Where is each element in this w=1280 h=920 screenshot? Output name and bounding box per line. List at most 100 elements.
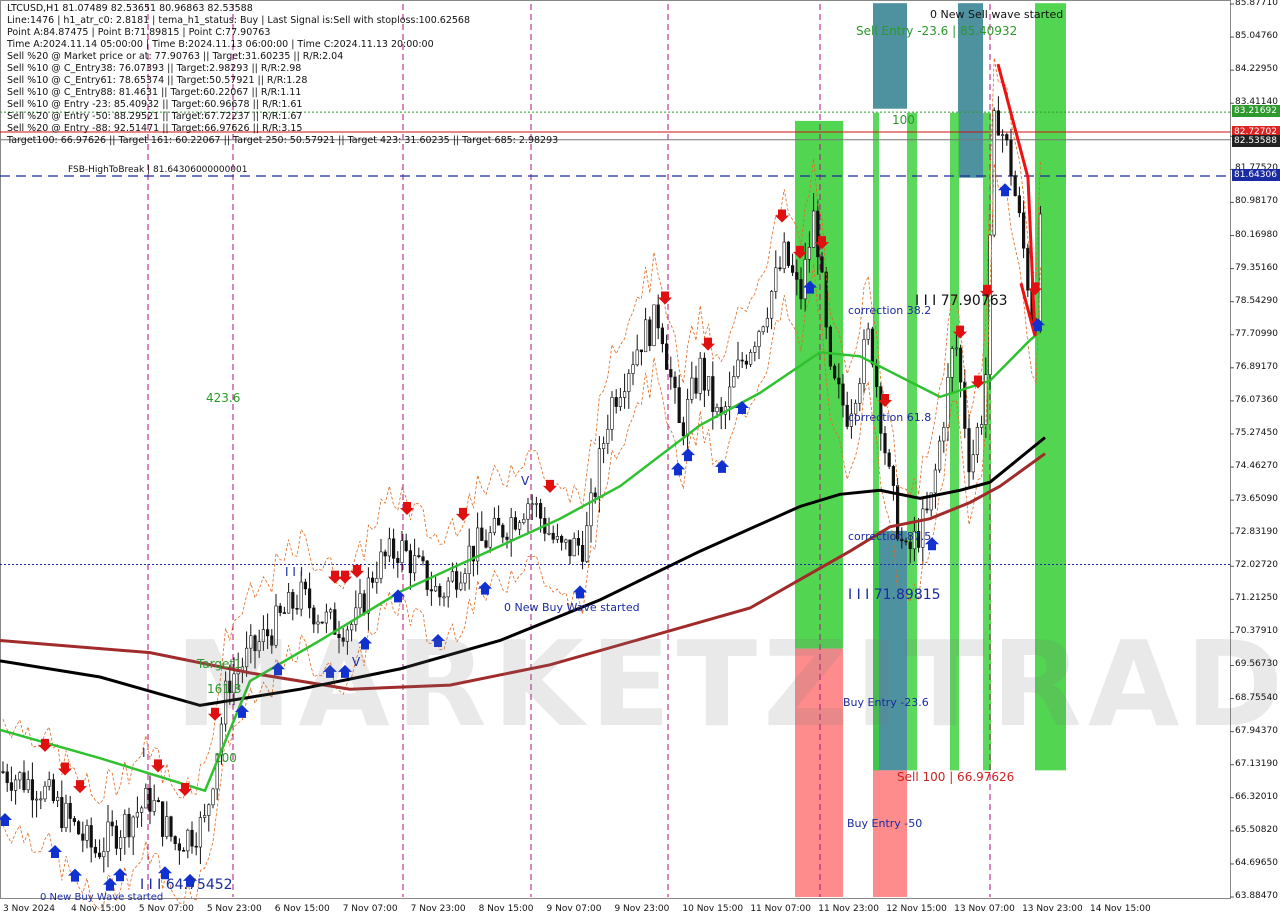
candle-body (732, 376, 736, 388)
candle-body (119, 837, 123, 849)
candle-body (387, 538, 392, 557)
point-b-label: I I I 71.89815 (848, 587, 941, 603)
y-tick-label: 85.04760 (1235, 31, 1278, 42)
candle-body (706, 376, 711, 391)
candle-body (433, 585, 438, 592)
sell-entry-label: Sell Entry -23.6 | 85.40932 (856, 24, 1018, 38)
candle-body (513, 517, 517, 530)
candle-body (190, 829, 194, 847)
x-tick-label: 7 Nov 07:00 (342, 904, 398, 914)
candle-body (186, 829, 190, 852)
candle-body (64, 802, 68, 828)
correction-38-label: correction 38.2 (848, 304, 932, 317)
candle-body (152, 800, 156, 812)
candle-body (173, 836, 177, 845)
candle-body (727, 386, 732, 407)
candle-body (534, 503, 538, 505)
new-buy-wave-mid-label: 0 New Buy Wave started (504, 601, 640, 614)
candle-body (715, 406, 719, 412)
info-line-11: Target100: 66.97626 || Target 161: 60.22… (7, 135, 559, 146)
candle-body (43, 785, 47, 800)
candle-body (702, 357, 706, 391)
candle-body (93, 846, 97, 854)
y-tick-label: 66.32010 (1235, 791, 1278, 802)
new-sell-wave-label: 0 New Sell wave started (930, 8, 1064, 21)
candle-body (496, 517, 501, 526)
candle-body (505, 536, 509, 540)
candle-body (564, 539, 568, 543)
buy-entry-23-label: Buy Entry -23.6 (843, 696, 929, 709)
candle-body (442, 596, 446, 599)
candle-body (396, 558, 400, 563)
candle-body (60, 797, 64, 828)
price-box-dark: 82.53588 (1232, 135, 1280, 147)
candle-body (946, 376, 950, 428)
x-tick-label: 9 Nov 23:00 (614, 904, 670, 914)
candle-body (194, 845, 198, 848)
candle-body (211, 788, 215, 806)
x-tick-label: 6 Nov 15:00 (274, 904, 330, 914)
candle-body (77, 821, 81, 835)
candle-body (769, 291, 774, 319)
y-tick-label: 73.65090 (1235, 494, 1278, 505)
candle-body (408, 550, 413, 574)
y-tick-label: 85.87710 (1235, 0, 1278, 8)
correction-87-label: correction 87.5 (848, 530, 932, 543)
y-tick-label: 77.70990 (1235, 328, 1278, 339)
candle-body (169, 816, 173, 837)
watermark-text: MARKETZITRADE (175, 615, 1280, 753)
candle-body (144, 788, 148, 809)
x-tick-label: 13 Nov 07:00 (954, 904, 1015, 914)
candle-body (68, 802, 72, 819)
candle-body (669, 369, 673, 378)
candle-body (538, 503, 543, 519)
candle-body (400, 540, 404, 563)
info-line-7: Sell %10 @ C_Entry88: 81.4631 || Target:… (7, 87, 302, 98)
candle-body (622, 391, 627, 398)
x-tick-label: 4 Nov 15:00 (70, 904, 126, 914)
y-tick-label: 80.98170 (1235, 196, 1278, 207)
y-tick-label: 76.89170 (1235, 361, 1278, 372)
candle-body (1017, 195, 1021, 214)
candle-body (391, 538, 396, 559)
candle-body (140, 807, 144, 813)
candle-body (870, 328, 874, 365)
y-tick-label: 84.22950 (1235, 64, 1278, 75)
candle-body (958, 347, 963, 383)
candle-body (299, 581, 303, 610)
info-line-1: Line:1476 | h1_atr_c0: 2.8181 | tema_h1_… (7, 15, 471, 26)
candle-body (858, 383, 862, 404)
candle-body (589, 492, 593, 527)
candle-body (883, 433, 887, 454)
fib-161-label: 161.8 (207, 682, 242, 696)
candle-body (711, 376, 715, 412)
candle-body (698, 357, 702, 394)
candle-body (618, 397, 622, 407)
candle-body (874, 363, 879, 387)
fib-100-top-label: 100 (892, 113, 915, 127)
candle-body (635, 349, 639, 366)
candle-body (832, 365, 837, 379)
x-tick-label: 5 Nov 23:00 (206, 904, 262, 914)
candle-body (782, 241, 786, 269)
candle-body (975, 427, 979, 456)
x-tick-label: 3 Nov 2024 (3, 904, 55, 914)
x-tick-label: 11 Nov 07:00 (750, 904, 811, 914)
candle-body (501, 524, 505, 538)
x-tick-label: 9 Nov 07:00 (546, 904, 602, 914)
candle-body (412, 555, 417, 574)
candle-body (992, 110, 996, 236)
candle-body (933, 469, 937, 494)
candle-body (123, 813, 127, 838)
candle-body (404, 540, 408, 551)
candle-body (547, 532, 551, 535)
info-line-8: Sell %10 @ Entry -23: 85.40932 || Target… (7, 99, 303, 110)
candle-body (648, 319, 652, 347)
candle-body (879, 386, 883, 434)
y-tick-label: 65.50820 (1235, 824, 1278, 835)
info-line-6: Sell %10 @ C_Entry61: 78.65374 || Target… (7, 75, 308, 86)
candle-body (89, 825, 93, 848)
candle-body (98, 852, 102, 858)
candle-body (681, 422, 685, 437)
price-box-blue: 81.64306 (1232, 169, 1280, 181)
